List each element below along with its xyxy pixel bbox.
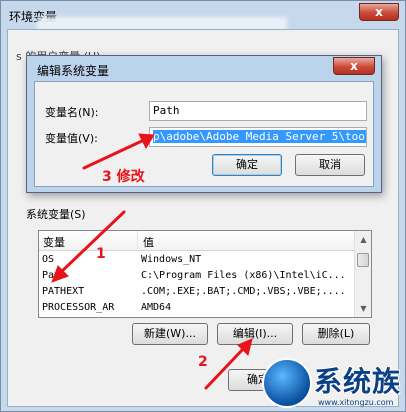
arrow-step3-icon	[82, 138, 146, 170]
windows-logo-icon	[262, 358, 312, 408]
arrow-step1-icon	[58, 210, 126, 275]
annotation-step2: 2	[198, 354, 208, 370]
arrow-step2-icon	[204, 346, 246, 390]
annotation-arrows	[51, 133, 253, 390]
watermark: 系统族 www.xitongzu.com	[262, 358, 406, 412]
watermark-url: www.xitongzu.com	[318, 398, 394, 407]
annotation-step3: 3 修改	[102, 169, 145, 185]
watermark-text: 系统族	[314, 365, 402, 398]
annotation-step1: 1	[96, 246, 106, 262]
